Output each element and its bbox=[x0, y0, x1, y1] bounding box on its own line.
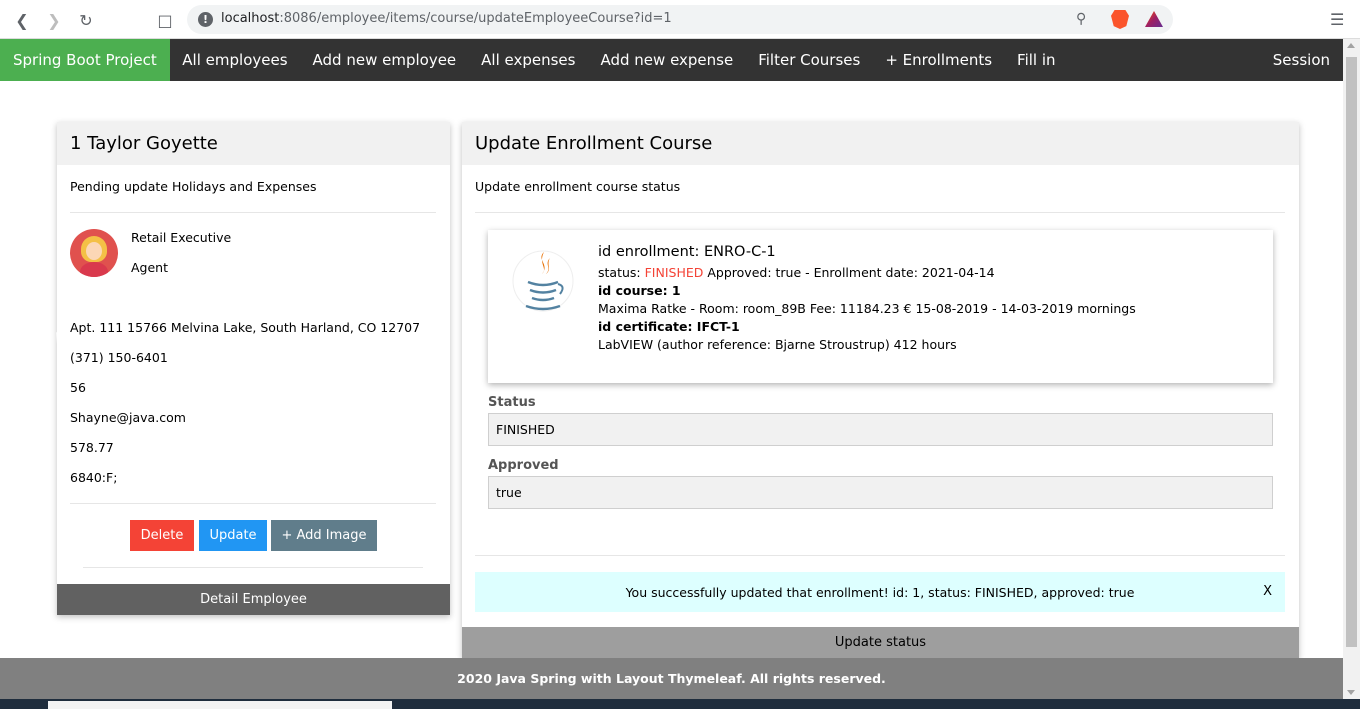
status-prefix: status: bbox=[598, 265, 645, 280]
avatar-body bbox=[80, 262, 108, 277]
delete-button[interactable]: Delete bbox=[130, 520, 194, 551]
nav-enrollments[interactable]: + Enrollments bbox=[873, 39, 1005, 81]
divider bbox=[83, 567, 423, 568]
nav-all-expenses[interactable]: All expenses bbox=[469, 39, 588, 81]
alert-message: You successfully updated that enrollment… bbox=[625, 584, 1135, 600]
employee-title: 1 Taylor Goyette bbox=[57, 122, 450, 165]
enrollment-title: Update Enrollment Course bbox=[462, 122, 1299, 165]
os-taskbar bbox=[0, 699, 1360, 709]
top-navbar: Spring Boot Project All employees Add ne… bbox=[0, 39, 1343, 81]
brave-shield-icon[interactable] bbox=[1111, 10, 1129, 29]
avatar-face bbox=[86, 242, 102, 260]
brand-link[interactable]: Spring Boot Project bbox=[0, 39, 170, 81]
enrollment-status-line: status: FINISHED Approved: true - Enroll… bbox=[598, 265, 995, 280]
divider bbox=[475, 555, 1285, 556]
taskbar-search[interactable] bbox=[48, 701, 392, 709]
enrollment-details: id enrollment: ENRO-C-1 status: FINISHED… bbox=[488, 230, 1273, 383]
divider bbox=[70, 212, 436, 213]
nav-add-expense[interactable]: Add new expense bbox=[588, 39, 746, 81]
url-path: :8086/employee/items/course/updateEmploy… bbox=[279, 11, 672, 26]
divider bbox=[475, 212, 1285, 213]
browser-menu-icon[interactable]: ☰ bbox=[1330, 10, 1344, 29]
url-host: localhost bbox=[221, 11, 280, 26]
nav-all-employees[interactable]: All employees bbox=[170, 39, 300, 81]
nav-add-employee[interactable]: Add new employee bbox=[300, 39, 469, 81]
status-field[interactable]: FINISHED bbox=[488, 413, 1273, 446]
zoom-icon[interactable]: ⚲ bbox=[1076, 11, 1086, 27]
status-badge: FINISHED bbox=[644, 265, 704, 280]
employee-salary: 578.77 bbox=[70, 440, 114, 455]
browser-toolbar: ❮ ❯ ↻ □ ! localhost:8086/employee/items/… bbox=[0, 0, 1360, 39]
scroll-thumb[interactable] bbox=[1346, 57, 1357, 647]
page-scrollbar[interactable] bbox=[1343, 39, 1360, 699]
divider bbox=[70, 503, 436, 504]
update-button[interactable]: Update bbox=[199, 520, 267, 551]
info-icon[interactable]: ! bbox=[198, 12, 213, 27]
avatar bbox=[70, 229, 118, 277]
page-footer: 2020 Java Spring with Layout Thymeleaf. … bbox=[0, 658, 1343, 699]
back-icon[interactable]: ❮ bbox=[10, 8, 34, 32]
certificate-detail: LabVIEW (author reference: Bjarne Strous… bbox=[598, 337, 957, 352]
update-status-button[interactable]: Update status bbox=[462, 627, 1299, 658]
alert-close-button[interactable]: X bbox=[1263, 584, 1272, 599]
enrollment-subtitle: Update enrollment course status bbox=[475, 179, 681, 194]
nav-session[interactable]: Session bbox=[1260, 39, 1343, 81]
url-text[interactable]: localhost:8086/employee/items/course/upd… bbox=[221, 11, 672, 26]
address-bar[interactable]: ! localhost:8086/employee/items/course/u… bbox=[187, 5, 1173, 34]
nav-fill-in[interactable]: Fill in bbox=[1005, 39, 1068, 81]
course-detail: Maxima Ratke - Room: room_89B Fee: 11184… bbox=[598, 301, 1136, 316]
employee-email: Shayne@java.com bbox=[70, 410, 186, 425]
certificate-id: id certificate: IFCT-1 bbox=[598, 319, 740, 334]
detail-employee-button[interactable]: Detail Employee bbox=[57, 584, 450, 615]
scroll-up-icon[interactable] bbox=[1347, 43, 1355, 48]
employee-subtitle: Pending update Holidays and Expenses bbox=[70, 179, 317, 194]
enrollment-id: id enrollment: ENRO-C-1 bbox=[598, 244, 776, 260]
employee-phone: (371) 150-6401 bbox=[70, 350, 168, 365]
add-image-button[interactable]: + Add Image bbox=[271, 520, 377, 551]
employee-address: Apt. 111 15766 Melvina Lake, South Harla… bbox=[70, 320, 421, 335]
approved-label: Approved bbox=[488, 458, 559, 473]
java-logo-icon bbox=[512, 250, 574, 312]
status-label: Status bbox=[488, 395, 536, 410]
nav-filter-courses[interactable]: Filter Courses bbox=[746, 39, 873, 81]
employee-card: 1 Taylor Goyette Pending update Holidays… bbox=[57, 122, 450, 615]
employee-code: 6840:F; bbox=[70, 470, 118, 485]
brave-rewards-icon[interactable] bbox=[1145, 11, 1163, 27]
status-suffix: Approved: true - Enrollment date: 2021-0… bbox=[703, 265, 995, 280]
success-alert: You successfully updated that enrollment… bbox=[475, 572, 1285, 612]
scroll-down-icon[interactable] bbox=[1347, 690, 1355, 695]
bookmark-icon[interactable]: □ bbox=[153, 8, 177, 32]
employee-age: 56 bbox=[70, 380, 86, 395]
approved-field[interactable]: true bbox=[488, 476, 1273, 509]
enrollment-card: Update Enrollment Course Update enrollme… bbox=[462, 122, 1299, 658]
course-id: id course: 1 bbox=[598, 283, 681, 298]
reload-icon[interactable]: ↻ bbox=[74, 8, 98, 32]
forward-icon[interactable]: ❯ bbox=[42, 8, 66, 32]
employee-role: Retail Executive bbox=[131, 230, 232, 245]
employee-type: Agent bbox=[131, 260, 168, 275]
